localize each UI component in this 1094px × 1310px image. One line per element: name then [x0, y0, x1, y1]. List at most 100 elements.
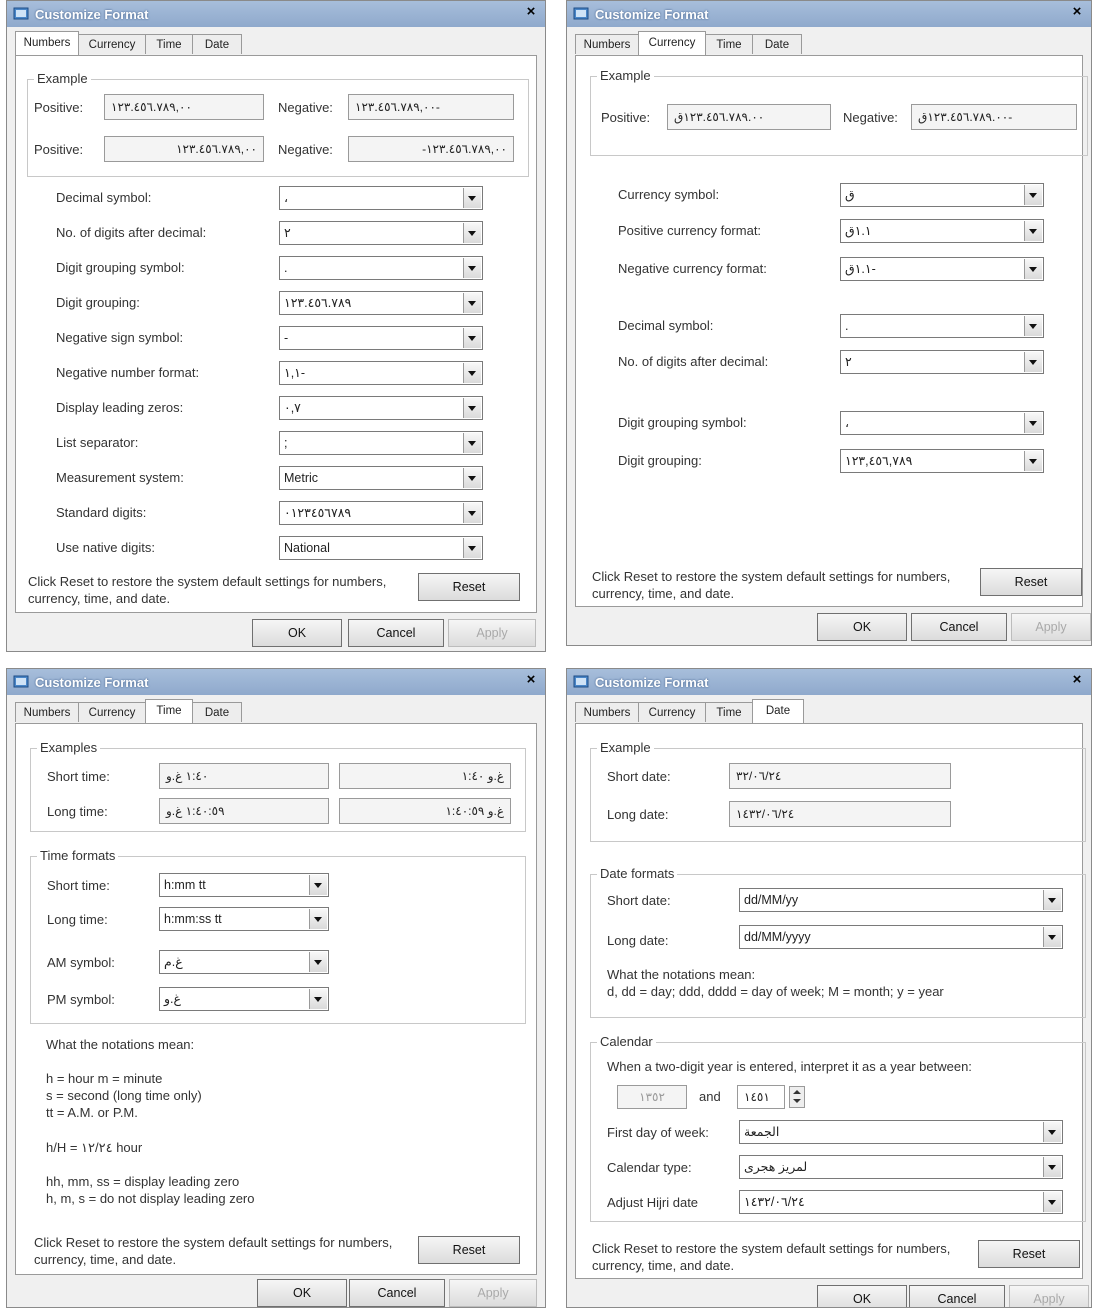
standard-digits-select[interactable]: ٠١٢٣٤٥٦٧٨٩	[279, 501, 483, 525]
close-icon[interactable]: ×	[521, 2, 541, 22]
long-time-label: Long time:	[47, 804, 108, 819]
chevron-down-icon[interactable]	[1024, 221, 1042, 241]
chevron-down-icon[interactable]	[463, 363, 481, 383]
ok-button[interactable]: OK	[252, 619, 342, 647]
reset-button[interactable]: Reset	[418, 1236, 520, 1264]
chevron-down-icon[interactable]	[1024, 352, 1042, 372]
tab-time[interactable]: Time	[145, 34, 193, 54]
reset-button[interactable]: Reset	[418, 573, 520, 601]
apply-button[interactable]: Apply	[1011, 613, 1091, 641]
two-digit-year-text: When a two-digit year is entered, interp…	[607, 1059, 972, 1074]
ok-button[interactable]: OK	[817, 1285, 907, 1307]
list-separator-select[interactable]: ;	[279, 431, 483, 455]
tab-currency[interactable]: Currency	[78, 702, 146, 722]
digits-after-decimal-select[interactable]: ٢	[840, 350, 1044, 374]
tab-time[interactable]: Time	[145, 699, 193, 723]
ok-button[interactable]: OK	[817, 613, 907, 641]
digit-grouping-select[interactable]: ١٢٣.٤٥٦.٧٨٩	[279, 291, 483, 315]
calendar-type-select[interactable]: لمريز هجرى	[739, 1155, 1063, 1179]
negative-number-format-select[interactable]: ١,١-	[279, 361, 483, 385]
native-digits-select[interactable]: National	[279, 536, 483, 560]
close-icon[interactable]: ×	[521, 670, 541, 690]
measurement-system-select[interactable]: Metric	[279, 466, 483, 490]
am-symbol-select[interactable]: غ.م	[159, 950, 329, 974]
chevron-down-icon[interactable]	[1024, 413, 1042, 433]
decimal-symbol-select[interactable]: ،	[279, 186, 483, 210]
digit-grouping-symbol-select[interactable]: .	[279, 256, 483, 280]
close-icon[interactable]: ×	[1067, 670, 1087, 690]
first-day-select[interactable]: الجمعة	[739, 1120, 1063, 1144]
chevron-down-icon[interactable]	[463, 258, 481, 278]
chevron-down-icon[interactable]	[309, 952, 327, 972]
cancel-button[interactable]: Cancel	[348, 619, 444, 647]
chevron-down-icon[interactable]	[1024, 451, 1042, 471]
chevron-down-icon[interactable]	[463, 433, 481, 453]
chevron-down-icon[interactable]	[1043, 1192, 1061, 1212]
cancel-button[interactable]: Cancel	[909, 1285, 1005, 1307]
close-icon[interactable]: ×	[1067, 2, 1087, 22]
tab-time[interactable]: Time	[705, 702, 753, 722]
tab-numbers[interactable]: Numbers	[575, 702, 639, 722]
apply-button[interactable]: Apply	[449, 1279, 537, 1307]
chevron-down-icon[interactable]	[1024, 259, 1042, 279]
chevron-down-icon[interactable]	[463, 293, 481, 313]
title-bar: Customize Format ×	[567, 1, 1091, 27]
year-to-field[interactable]: ١٤٥١	[737, 1085, 785, 1109]
pm-symbol-select[interactable]: غ.و	[159, 987, 329, 1011]
tab-date[interactable]: Date	[192, 702, 242, 722]
title-bar: Customize Format ×	[567, 669, 1091, 695]
long-date-format-select[interactable]: dd/MM/yyyy	[739, 925, 1063, 949]
tab-numbers[interactable]: Numbers	[15, 702, 79, 722]
digit-grouping-symbol-select[interactable]: ،	[840, 411, 1044, 435]
chevron-down-icon[interactable]	[1043, 1122, 1061, 1142]
chevron-down-icon[interactable]	[309, 875, 327, 895]
chevron-down-icon[interactable]	[309, 989, 327, 1009]
window-title: Customize Format	[595, 7, 709, 22]
leading-zeros-select[interactable]: ٠,٧	[279, 396, 483, 420]
cancel-button[interactable]: Cancel	[911, 613, 1007, 641]
tab-currency[interactable]: Currency	[638, 702, 706, 722]
chevron-down-icon[interactable]	[463, 538, 481, 558]
apply-button[interactable]: Apply	[1009, 1285, 1089, 1307]
reset-button[interactable]: Reset	[980, 568, 1082, 596]
window-title: Customize Format	[595, 675, 709, 690]
year-spinner[interactable]	[789, 1086, 805, 1108]
chevron-down-icon[interactable]	[463, 398, 481, 418]
short-date-format-select[interactable]: dd/MM/yy	[739, 888, 1063, 912]
adjust-hijri-select[interactable]: ١٤٣٢/٠٦/٢٤	[739, 1190, 1063, 1214]
digits-after-decimal-select[interactable]: ٢	[279, 221, 483, 245]
negative-sign-symbol-select[interactable]: -	[279, 326, 483, 350]
tab-date[interactable]: Date	[192, 34, 242, 54]
currency-symbol-select[interactable]: ق	[840, 183, 1044, 207]
long-time-format-select[interactable]: h:mm:ss tt	[159, 907, 329, 931]
tab-time[interactable]: Time	[705, 34, 753, 54]
chevron-down-icon[interactable]	[463, 503, 481, 523]
chevron-down-icon[interactable]	[1024, 185, 1042, 205]
cancel-button[interactable]: Cancel	[349, 1279, 445, 1307]
digit-grouping-select[interactable]: ١٢٣,٤٥٦,٧٨٩	[840, 449, 1044, 473]
chevron-down-icon[interactable]	[463, 328, 481, 348]
tab-date[interactable]: Date	[752, 34, 802, 54]
short-time-format-select[interactable]: h:mm tt	[159, 873, 329, 897]
reset-button[interactable]: Reset	[978, 1240, 1080, 1268]
time-formats-group: Time formats Short time: h:mm tt Long ti…	[30, 848, 526, 1024]
chevron-down-icon[interactable]	[463, 188, 481, 208]
tab-numbers[interactable]: Numbers	[15, 31, 79, 55]
chevron-down-icon[interactable]	[309, 909, 327, 929]
tab-currency[interactable]: Currency	[78, 34, 146, 54]
chevron-down-icon[interactable]	[463, 223, 481, 243]
chevron-down-icon[interactable]	[1043, 1157, 1061, 1177]
negative-currency-format-select[interactable]: ١.١ق-	[840, 257, 1044, 281]
ok-button[interactable]: OK	[257, 1279, 347, 1307]
tab-date[interactable]: Date	[752, 699, 804, 723]
tab-numbers[interactable]: Numbers	[575, 34, 639, 54]
apply-button[interactable]: Apply	[448, 619, 536, 647]
chevron-down-icon[interactable]	[1043, 890, 1061, 910]
decimal-symbol-select[interactable]: .	[840, 314, 1044, 338]
chevron-down-icon[interactable]	[463, 468, 481, 488]
chevron-down-icon[interactable]	[1043, 927, 1061, 947]
positive-currency-format-select[interactable]: ١.١ق	[840, 219, 1044, 243]
negative-example-value: ١٢٣.٤٥٦.٧٨٩.٠٠ق-	[911, 104, 1077, 130]
tab-currency[interactable]: Currency	[638, 31, 706, 55]
chevron-down-icon[interactable]	[1024, 316, 1042, 336]
